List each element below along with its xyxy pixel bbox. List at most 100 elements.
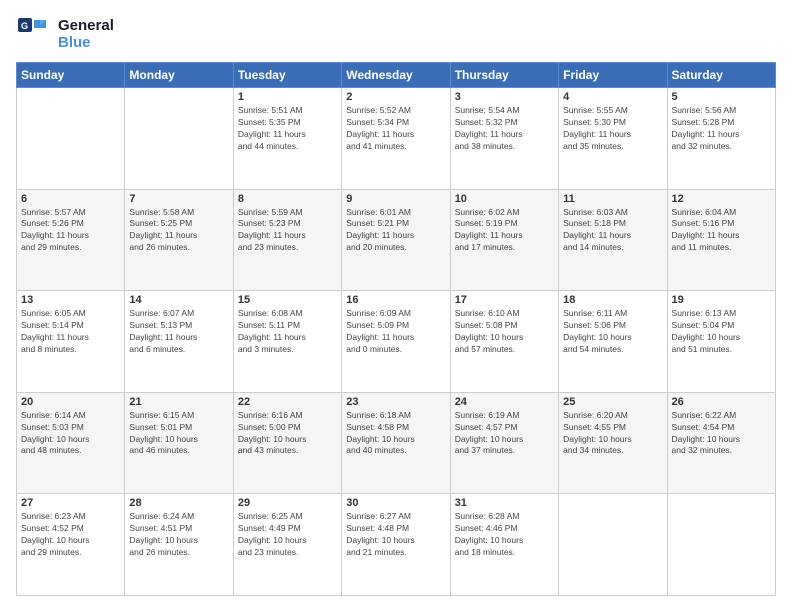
day-info: Sunrise: 6:07 AM Sunset: 5:13 PM Dayligh… (129, 308, 228, 356)
calendar-cell: 17 Sunrise: 6:10 AM Sunset: 5:08 PM Dayli… (450, 291, 558, 393)
day-info: Sunrise: 6:14 AM Sunset: 5:03 PM Dayligh… (21, 410, 120, 458)
day-info: Sunrise: 6:18 AM Sunset: 4:58 PM Dayligh… (346, 410, 445, 458)
day-info: Sunrise: 6:04 AM Sunset: 5:16 PM Dayligh… (672, 207, 771, 255)
day-info: Sunrise: 5:52 AM Sunset: 5:34 PM Dayligh… (346, 105, 445, 153)
calendar-cell: 6 Sunrise: 5:57 AM Sunset: 5:26 PM Daylig… (17, 189, 125, 291)
calendar-cell: 16 Sunrise: 6:09 AM Sunset: 5:09 PM Dayli… (342, 291, 450, 393)
calendar-cell: 30 Sunrise: 6:27 AM Sunset: 4:48 PM Dayli… (342, 494, 450, 596)
day-number: 15 (238, 294, 337, 306)
day-number: 21 (129, 396, 228, 408)
day-info: Sunrise: 6:09 AM Sunset: 5:09 PM Dayligh… (346, 308, 445, 356)
calendar-cell: 27 Sunrise: 6:23 AM Sunset: 4:52 PM Dayli… (17, 494, 125, 596)
logo: G General Blue (16, 16, 114, 52)
calendar-table: SundayMondayTuesdayWednesdayThursdayFrid… (16, 62, 776, 596)
calendar-cell: 2 Sunrise: 5:52 AM Sunset: 5:34 PM Daylig… (342, 88, 450, 190)
day-info: Sunrise: 6:08 AM Sunset: 5:11 PM Dayligh… (238, 308, 337, 356)
day-number: 22 (238, 396, 337, 408)
day-info: Sunrise: 5:59 AM Sunset: 5:23 PM Dayligh… (238, 207, 337, 255)
weekday-header-monday: Monday (125, 63, 233, 88)
calendar-cell (125, 88, 233, 190)
calendar-cell: 12 Sunrise: 6:04 AM Sunset: 5:16 PM Dayli… (667, 189, 775, 291)
calendar-cell: 20 Sunrise: 6:14 AM Sunset: 5:03 PM Dayli… (17, 392, 125, 494)
calendar-cell: 13 Sunrise: 6:05 AM Sunset: 5:14 PM Dayli… (17, 291, 125, 393)
day-number: 27 (21, 497, 120, 509)
calendar-cell: 19 Sunrise: 6:13 AM Sunset: 5:04 PM Dayli… (667, 291, 775, 393)
weekday-header-thursday: Thursday (450, 63, 558, 88)
logo-blue: Blue (58, 34, 114, 51)
day-info: Sunrise: 6:27 AM Sunset: 4:48 PM Dayligh… (346, 511, 445, 559)
calendar-cell: 8 Sunrise: 5:59 AM Sunset: 5:23 PM Daylig… (233, 189, 341, 291)
calendar-cell: 15 Sunrise: 6:08 AM Sunset: 5:11 PM Dayli… (233, 291, 341, 393)
day-info: Sunrise: 6:01 AM Sunset: 5:21 PM Dayligh… (346, 207, 445, 255)
day-info: Sunrise: 6:03 AM Sunset: 5:18 PM Dayligh… (563, 207, 662, 255)
calendar-cell: 18Sunrise: 6:11 AM Sunset: 5:06 PM Dayli… (559, 291, 667, 393)
day-info: Sunrise: 5:56 AM Sunset: 5:28 PM Dayligh… (672, 105, 771, 153)
day-info: Sunrise: 6:16 AM Sunset: 5:00 PM Dayligh… (238, 410, 337, 458)
calendar-cell: 1Sunrise: 5:51 AM Sunset: 5:35 PM Daylig… (233, 88, 341, 190)
day-info: Sunrise: 6:05 AM Sunset: 5:14 PM Dayligh… (21, 308, 120, 356)
day-number: 4 (563, 91, 662, 103)
day-number: 7 (129, 193, 228, 205)
weekday-header-saturday: Saturday (667, 63, 775, 88)
calendar-cell: 22 Sunrise: 6:16 AM Sunset: 5:00 PM Dayli… (233, 392, 341, 494)
day-number: 29 (238, 497, 337, 509)
day-info: Sunrise: 6:28 AM Sunset: 4:46 PM Dayligh… (455, 511, 554, 559)
calendar-cell (667, 494, 775, 596)
day-number: 18 (563, 294, 662, 306)
calendar-cell: 29Sunrise: 6:25 AM Sunset: 4:49 PM Dayli… (233, 494, 341, 596)
day-number: 13 (21, 294, 120, 306)
logo-general: General (58, 17, 114, 34)
day-number: 10 (455, 193, 554, 205)
day-number: 8 (238, 193, 337, 205)
day-number: 24 (455, 396, 554, 408)
calendar-week-5: 27 Sunrise: 6:23 AM Sunset: 4:52 PM Dayli… (17, 494, 776, 596)
day-number: 6 (21, 193, 120, 205)
day-number: 14 (129, 294, 228, 306)
day-number: 25 (563, 396, 662, 408)
calendar-cell: 5Sunrise: 5:56 AM Sunset: 5:28 PM Daylig… (667, 88, 775, 190)
day-info: Sunrise: 5:54 AM Sunset: 5:32 PM Dayligh… (455, 105, 554, 153)
page-header: G General Blue (16, 16, 776, 52)
calendar-week-3: 13 Sunrise: 6:05 AM Sunset: 5:14 PM Dayli… (17, 291, 776, 393)
day-number: 19 (672, 294, 771, 306)
day-info: Sunrise: 6:13 AM Sunset: 5:04 PM Dayligh… (672, 308, 771, 356)
calendar-cell: 24 Sunrise: 6:19 AM Sunset: 4:57 PM Dayli… (450, 392, 558, 494)
calendar-cell: 21 Sunrise: 6:15 AM Sunset: 5:01 PM Dayli… (125, 392, 233, 494)
calendar-cell: 25 Sunrise: 6:20 AM Sunset: 4:55 PM Dayli… (559, 392, 667, 494)
day-number: 3 (455, 91, 554, 103)
day-number: 23 (346, 396, 445, 408)
weekday-header-wednesday: Wednesday (342, 63, 450, 88)
weekday-header-friday: Friday (559, 63, 667, 88)
calendar-cell: 3 Sunrise: 5:54 AM Sunset: 5:32 PM Daylig… (450, 88, 558, 190)
logo-svg: G (16, 16, 52, 52)
day-number: 16 (346, 294, 445, 306)
day-info: Sunrise: 5:51 AM Sunset: 5:35 PM Dayligh… (238, 105, 337, 153)
calendar-cell: 23 Sunrise: 6:18 AM Sunset: 4:58 PM Dayli… (342, 392, 450, 494)
calendar-cell (17, 88, 125, 190)
day-info: Sunrise: 5:57 AM Sunset: 5:26 PM Dayligh… (21, 207, 120, 255)
calendar-cell: 7 Sunrise: 5:58 AM Sunset: 5:25 PM Daylig… (125, 189, 233, 291)
svg-text:G: G (21, 21, 28, 31)
day-number: 28 (129, 497, 228, 509)
day-number: 17 (455, 294, 554, 306)
day-info: Sunrise: 5:55 AM Sunset: 5:30 PM Dayligh… (563, 105, 662, 153)
day-number: 20 (21, 396, 120, 408)
weekday-header-sunday: Sunday (17, 63, 125, 88)
day-info: Sunrise: 6:24 AM Sunset: 4:51 PM Dayligh… (129, 511, 228, 559)
day-info: Sunrise: 6:15 AM Sunset: 5:01 PM Dayligh… (129, 410, 228, 458)
day-info: Sunrise: 6:20 AM Sunset: 4:55 PM Dayligh… (563, 410, 662, 458)
day-info: Sunrise: 5:58 AM Sunset: 5:25 PM Dayligh… (129, 207, 228, 255)
day-info: Sunrise: 6:10 AM Sunset: 5:08 PM Dayligh… (455, 308, 554, 356)
day-info: Sunrise: 6:23 AM Sunset: 4:52 PM Dayligh… (21, 511, 120, 559)
day-number: 9 (346, 193, 445, 205)
calendar-cell: 4 Sunrise: 5:55 AM Sunset: 5:30 PM Daylig… (559, 88, 667, 190)
day-number: 11 (563, 193, 662, 205)
day-number: 2 (346, 91, 445, 103)
calendar-week-4: 20 Sunrise: 6:14 AM Sunset: 5:03 PM Dayli… (17, 392, 776, 494)
day-info: Sunrise: 6:02 AM Sunset: 5:19 PM Dayligh… (455, 207, 554, 255)
day-info: Sunrise: 6:19 AM Sunset: 4:57 PM Dayligh… (455, 410, 554, 458)
calendar-cell: 10 Sunrise: 6:02 AM Sunset: 5:19 PM Dayli… (450, 189, 558, 291)
day-number: 12 (672, 193, 771, 205)
calendar-cell: 28 Sunrise: 6:24 AM Sunset: 4:51 PM Dayli… (125, 494, 233, 596)
day-number: 30 (346, 497, 445, 509)
